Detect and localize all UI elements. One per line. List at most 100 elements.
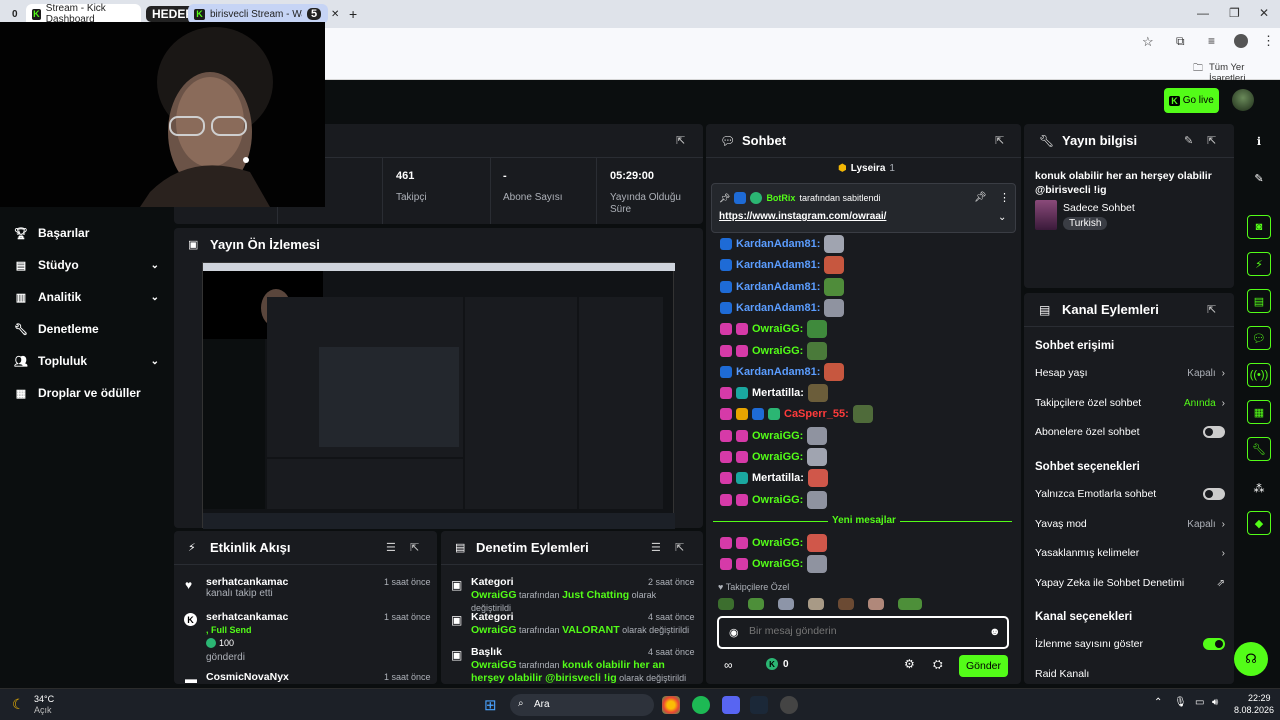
emote-icon[interactable]: [808, 598, 824, 610]
popout-icon[interactable]: ⇱: [995, 134, 1004, 147]
sidebar-item-analytics[interactable]: ▥ Analitik ⌄: [14, 290, 159, 304]
rail-widget-icon[interactable]: ◙: [1247, 215, 1271, 239]
volume-icon[interactable]: 🔊︎: [1212, 697, 1218, 708]
chat-username[interactable]: OwraiGG:: [752, 345, 803, 357]
chat-username[interactable]: KardanAdam81:: [736, 281, 820, 293]
subs-only-option[interactable]: Abonelere özel sohbet: [1035, 426, 1225, 438]
emote-picker-icon[interactable]: ◉: [729, 626, 739, 639]
sidebar-item-studio[interactable]: ▤ Stüdyo ⌄: [14, 258, 159, 272]
popout-icon[interactable]: ⇱: [676, 134, 685, 147]
new-tab-button[interactable]: +: [343, 4, 363, 24]
sidebar-item-drops[interactable]: ▦ Droplar ve ödüller: [14, 386, 159, 400]
settings-gear-icon[interactable]: ⚙: [904, 657, 915, 671]
chrome-icon[interactable]: [662, 696, 680, 714]
chat-message[interactable]: OwraiGG:: [720, 555, 828, 573]
tab-birisvecli-stream[interactable]: K birisvecli Stream - Watch L 5: [188, 4, 328, 24]
followers-only-option[interactable]: Takipçilere özel sohbet Anında ›: [1035, 397, 1225, 409]
chat-message[interactable]: OwraiGG:: [720, 341, 828, 360]
star-icon[interactable]: ☆: [1142, 34, 1154, 50]
sidebar-item-achievements[interactable]: 🏆︎ Başarılar: [14, 226, 159, 240]
sidebar-item-moderation[interactable]: 🔧︎ Denetleme: [14, 322, 159, 336]
maximize-button[interactable]: ❐: [1229, 6, 1240, 20]
chat-message[interactable]: KardanAdam81:: [720, 298, 845, 317]
popout-icon[interactable]: ⇱: [1207, 134, 1216, 147]
chat-message[interactable]: OwraiGG:: [720, 426, 828, 445]
show-viewers-toggle[interactable]: [1203, 638, 1225, 650]
close-window-button[interactable]: ✕: [1259, 6, 1269, 20]
subs-only-toggle[interactable]: [1203, 426, 1225, 438]
tab-group-collapsed[interactable]: 0: [6, 4, 24, 24]
chat-message[interactable]: OwraiGG:: [720, 320, 828, 339]
raid-option[interactable]: Raid Kanalı: [1035, 668, 1225, 680]
broadcast-icon[interactable]: ((•)): [1247, 363, 1271, 387]
profile-icon[interactable]: [1234, 34, 1248, 48]
chat-message[interactable]: CaSperr_55:: [720, 405, 873, 424]
send-button[interactable]: Gönder: [959, 655, 1008, 677]
emote-only-option[interactable]: Yalnızca Emotlarla sohbet: [1035, 488, 1225, 500]
chevron-down-icon[interactable]: ⌄: [998, 212, 1006, 223]
chat-input-box[interactable]: ◉ ☻: [717, 616, 1009, 649]
emote-icon[interactable]: [748, 598, 764, 610]
chat-username[interactable]: Mertatilla:: [752, 387, 804, 399]
chat-message[interactable]: OwraiGG:: [720, 490, 828, 509]
chat-input[interactable]: [749, 625, 969, 637]
lightning-icon[interactable]: ⚡︎: [1247, 252, 1271, 276]
chat-message[interactable]: Mertatilla:: [720, 384, 828, 403]
chat-username[interactable]: KardanAdam81:: [736, 259, 820, 271]
weather-temp[interactable]: 34°C: [34, 694, 54, 704]
emote-icon[interactable]: [898, 598, 922, 610]
slow-mode-option[interactable]: Yavaş mod Kapalı ›: [1035, 518, 1225, 530]
clock-time[interactable]: 22:29: [1248, 693, 1271, 703]
taskbar-search[interactable]: ⌕ Ara: [510, 694, 654, 716]
filter-icon[interactable]: ☰: [651, 541, 661, 554]
chat-message[interactable]: OwraiGG:: [720, 534, 828, 552]
emote-icon[interactable]: [838, 598, 854, 610]
windows-start-icon[interactable]: ⊞: [484, 696, 497, 714]
ai-moderation-option[interactable]: Yapay Zeka ile Sohbet Denetimi ⇗: [1035, 577, 1225, 589]
rewards-rail-icon[interactable]: ◆: [1247, 511, 1271, 535]
popout-icon[interactable]: ⇱: [1207, 303, 1216, 316]
channel-actions-rail-icon[interactable]: ▦: [1247, 400, 1271, 424]
chat-users-icon[interactable]: ∞: [724, 658, 733, 672]
banned-words-option[interactable]: Yasaklanmış kelimeler ›: [1035, 547, 1225, 559]
popout-icon[interactable]: ⇱: [410, 541, 419, 554]
extensions-icon[interactable]: ⧉: [1176, 34, 1185, 49]
chat-message[interactable]: KardanAdam81:: [720, 277, 845, 296]
tab-kick-dashboard[interactable]: K Stream - Kick Dashboard: [26, 3, 141, 25]
go-live-button[interactable]: K Go live: [1164, 88, 1219, 113]
chat-username[interactable]: OwraiGG:: [752, 558, 803, 570]
chat-message[interactable]: Mertatilla:: [720, 469, 828, 488]
minimize-button[interactable]: —: [1197, 6, 1209, 20]
info-icon[interactable]: ℹ: [1247, 129, 1271, 153]
chat-username[interactable]: OwraiGG:: [752, 323, 803, 335]
network-icon[interactable]: ▭: [1195, 697, 1204, 708]
tray-chevron-icon[interactable]: ⌃: [1154, 697, 1162, 708]
chat-username[interactable]: OwraiGG:: [752, 537, 803, 549]
chat-username[interactable]: CaSperr_55:: [784, 408, 849, 420]
chat-username[interactable]: Mertatilla:: [752, 472, 804, 484]
spotify-icon[interactable]: [692, 696, 710, 714]
chat-message[interactable]: KardanAdam81:: [720, 235, 845, 253]
filter-icon[interactable]: ☰: [386, 541, 396, 554]
show-viewers-option[interactable]: İzlenme sayısını göster: [1035, 638, 1225, 650]
menu-dots-icon[interactable]: ⋮: [1262, 33, 1275, 49]
chat-username[interactable]: KardanAdam81:: [736, 302, 820, 314]
wrench-rail-icon[interactable]: 🔧︎: [1247, 437, 1271, 461]
emote-icon[interactable]: [718, 598, 734, 610]
account-age-option[interactable]: Hesap yaşı Kapalı ›: [1035, 367, 1225, 379]
steam-icon[interactable]: [750, 696, 768, 714]
chat-username[interactable]: OwraiGG:: [752, 430, 803, 442]
stream-preview-video[interactable]: [202, 262, 675, 529]
user-avatar[interactable]: [1232, 89, 1254, 111]
unpin-icon[interactable]: 📌︎: [974, 192, 987, 203]
community-rail-icon[interactable]: ⁂: [1247, 476, 1271, 500]
chat-message[interactable]: KardanAdam81:: [720, 362, 845, 381]
more-options-icon[interactable]: ⋮: [999, 191, 1010, 204]
chat-message[interactable]: KardanAdam81:: [720, 256, 845, 275]
discord-icon[interactable]: [722, 696, 740, 714]
media-icon[interactable]: ≡: [1208, 34, 1215, 48]
chat-message[interactable]: OwraiGG:: [720, 448, 828, 466]
mod-tools-icon[interactable]: ⛭: [933, 657, 943, 672]
edit-pencil-icon[interactable]: ✎: [1247, 166, 1271, 190]
edit-pencil-icon[interactable]: ✎: [1184, 134, 1193, 147]
